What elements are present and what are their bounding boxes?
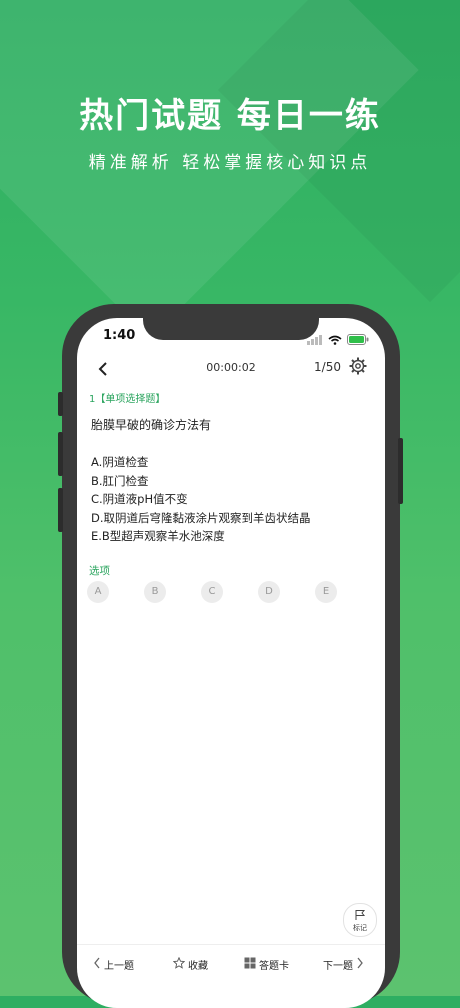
mark-label: 标记 (353, 924, 367, 932)
mark-button[interactable]: 标记 (343, 903, 377, 937)
phone-side-button (58, 488, 63, 532)
next-question-label: 下一题 (323, 961, 353, 972)
chevron-right-icon (356, 957, 364, 972)
choice-d-button[interactable]: D (258, 581, 280, 603)
grid-icon (244, 957, 256, 972)
choice-c-button[interactable]: C (201, 581, 223, 603)
choice-b-button[interactable]: B (144, 581, 166, 603)
favorite-label: 收藏 (188, 961, 208, 972)
answer-section-label: 选项 (89, 565, 110, 577)
phone-side-button (58, 392, 63, 416)
phone-screen: 1:40 00:00:02 1/50 1【单项选择题】 胎膜早破的确诊方法有 A… (77, 318, 385, 1008)
option-item: E.B型超声观察羊水池深度 (91, 529, 225, 543)
gear-icon (349, 357, 367, 379)
question-type-label: 1【单项选择题】 (89, 394, 166, 405)
star-icon (172, 956, 186, 972)
answer-card-label: 答题卡 (259, 961, 289, 972)
battery-icon (347, 330, 369, 349)
option-item: C.阴道液pH值不变 (91, 492, 188, 506)
chevron-left-icon (93, 957, 101, 972)
answer-card-button[interactable]: 答题卡 (244, 957, 289, 972)
favorite-button[interactable]: 收藏 (172, 956, 208, 972)
prev-question-label: 上一题 (104, 961, 134, 972)
option-item: B.肛门检查 (91, 473, 149, 488)
choice-e-button[interactable]: E (315, 581, 337, 603)
status-time: 1:40 (103, 328, 136, 343)
promo-headline: 热门试题 每日一练 (79, 96, 381, 136)
phone-side-button (398, 438, 403, 504)
status-indicators (307, 330, 369, 349)
choice-a-button[interactable]: A (87, 581, 109, 603)
settings-button[interactable] (349, 357, 367, 375)
phone-notch (143, 318, 319, 340)
option-list: A.阴道检查 B.肛门检查 C.阴道液pH值不变 D.取阴道后穹隆黏液涂片观察到… (91, 453, 311, 546)
prev-question-button[interactable]: 上一题 (93, 957, 134, 972)
phone-side-button (58, 432, 63, 476)
question-text: 胎膜早破的确诊方法有 (91, 418, 212, 432)
promo-subline: 精准解析 轻松掌握核心知识点 (88, 153, 372, 173)
signal-icon (307, 330, 323, 349)
wifi-icon (328, 330, 342, 349)
next-question-button[interactable]: 下一题 (323, 957, 364, 972)
option-item: D.取阴道后穹隆黏液涂片观察到羊齿状结晶 (91, 510, 311, 525)
question-progress: 1/50 (314, 360, 341, 374)
option-item: A.阴道检查 (91, 455, 149, 469)
bottom-toolbar: 上一题 收藏 答题卡 下一题 (77, 944, 385, 985)
